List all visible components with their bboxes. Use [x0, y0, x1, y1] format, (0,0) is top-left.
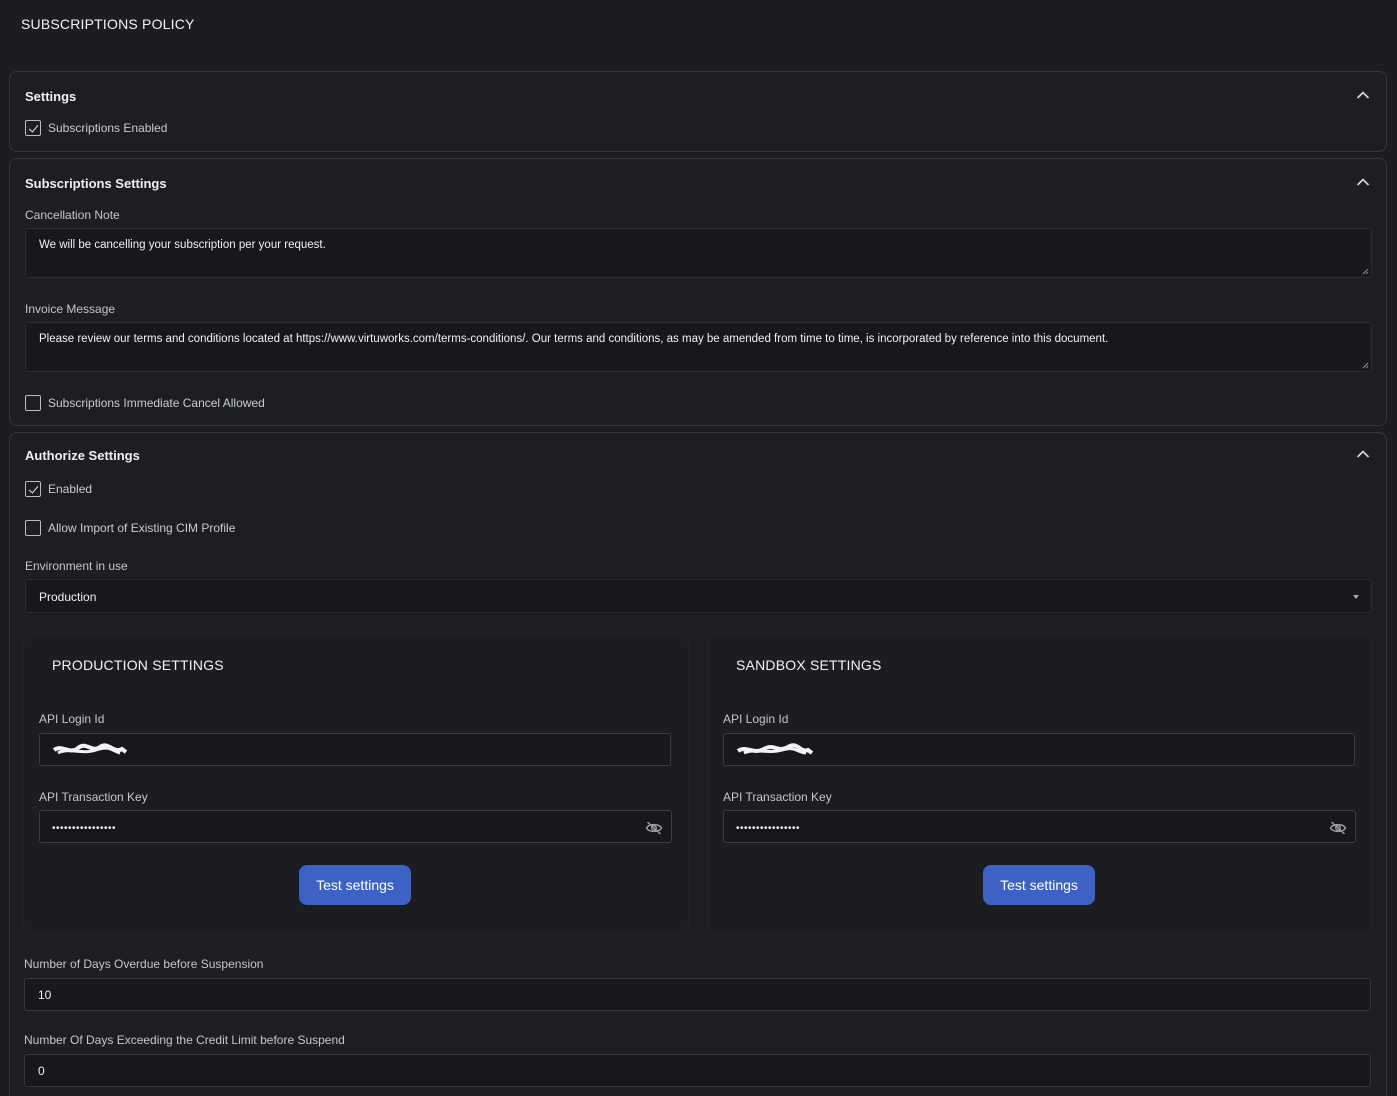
production-settings-title: PRODUCTION SETTINGS: [52, 657, 224, 673]
environment-select[interactable]: Production: [25, 579, 1372, 613]
invoice-message-textarea[interactable]: Please review our terms and conditions l…: [25, 322, 1372, 372]
invoice-message-label: Invoice Message: [25, 302, 116, 316]
production-api-login-input[interactable]: [39, 733, 671, 766]
sandbox-settings-title: SANDBOX SETTINGS: [736, 657, 882, 673]
checkbox-empty-icon[interactable]: [25, 520, 41, 536]
immediate-cancel-label: Subscriptions Immediate Cancel Allowed: [48, 396, 265, 410]
checkbox-empty-icon[interactable]: [25, 395, 41, 411]
allow-import-checkbox[interactable]: Allow Import of Existing CIM Profile: [25, 520, 235, 536]
redaction-scribble: [736, 743, 814, 755]
checkmark-icon[interactable]: [25, 120, 41, 136]
subscriptions-settings-panel: Subscriptions Settings Cancellation Note…: [9, 158, 1387, 426]
sandbox-api-login-label: API Login Id: [723, 712, 789, 726]
chevron-up-icon[interactable]: [1356, 90, 1370, 100]
sandbox-api-key-input[interactable]: ••••••••••••••••: [723, 810, 1356, 843]
production-api-key-label: API Transaction Key: [39, 790, 148, 804]
production-api-key-input[interactable]: ••••••••••••••••: [39, 810, 672, 843]
authorize-enabled-label: Enabled: [48, 482, 93, 496]
subscriptions-enabled-label: Subscriptions Enabled: [48, 121, 168, 135]
resize-grip-icon[interactable]: [1362, 268, 1369, 275]
days-credit-limit-input[interactable]: 0: [24, 1054, 1371, 1087]
days-credit-limit-value: 0: [38, 1064, 45, 1078]
page-title: SUBSCRIPTIONS POLICY: [21, 16, 195, 32]
caret-down-icon[interactable]: [1353, 595, 1359, 599]
production-settings-card: PRODUCTION SETTINGS API Login Id API Tra…: [24, 634, 688, 934]
eye-off-icon[interactable]: [1329, 821, 1347, 835]
days-overdue-input[interactable]: 10: [24, 978, 1371, 1011]
authorize-settings-title: Authorize Settings: [25, 448, 140, 463]
resize-grip-icon[interactable]: [1362, 362, 1369, 369]
cancellation-note-label: Cancellation Note: [25, 208, 120, 222]
subscriptions-settings-title: Subscriptions Settings: [25, 176, 167, 191]
days-overdue-label: Number of Days Overdue before Suspension: [24, 957, 264, 971]
redaction-scribble: [52, 743, 128, 755]
days-overdue-value: 10: [38, 988, 52, 1002]
invoice-message-value: Please review our terms and conditions l…: [39, 333, 1109, 345]
chevron-up-icon[interactable]: [1356, 449, 1370, 459]
environment-value: Production: [39, 590, 97, 604]
production-api-key-value: ••••••••••••••••: [52, 823, 117, 834]
settings-panel-title: Settings: [25, 89, 77, 104]
cancellation-note-textarea[interactable]: We will be cancelling your subscription …: [25, 228, 1372, 278]
production-test-settings-button[interactable]: Test settings: [299, 865, 411, 905]
authorize-enabled-checkbox[interactable]: Enabled: [25, 481, 92, 497]
allow-import-label: Allow Import of Existing CIM Profile: [48, 521, 236, 535]
days-credit-limit-label: Number Of Days Exceeding the Credit Limi…: [24, 1033, 345, 1047]
environment-label: Environment in use: [25, 559, 128, 573]
immediate-cancel-checkbox[interactable]: Subscriptions Immediate Cancel Allowed: [25, 395, 265, 411]
sandbox-api-key-label: API Transaction Key: [723, 790, 832, 804]
eye-off-icon[interactable]: [645, 821, 663, 835]
cancellation-note-value: We will be cancelling your subscription …: [39, 239, 326, 251]
subscriptions-enabled-checkbox[interactable]: Subscriptions Enabled: [25, 120, 167, 136]
sandbox-test-settings-button[interactable]: Test settings: [983, 865, 1095, 905]
checkmark-icon[interactable]: [25, 481, 41, 497]
sandbox-api-key-value: ••••••••••••••••: [736, 823, 801, 834]
production-api-login-label: API Login Id: [39, 712, 105, 726]
settings-panel: Settings Subscriptions Enabled: [9, 71, 1387, 152]
sandbox-api-login-input[interactable]: [723, 733, 1355, 766]
chevron-up-icon[interactable]: [1356, 177, 1370, 187]
sandbox-settings-card: SANDBOX SETTINGS API Login Id API Transa…: [708, 634, 1372, 934]
